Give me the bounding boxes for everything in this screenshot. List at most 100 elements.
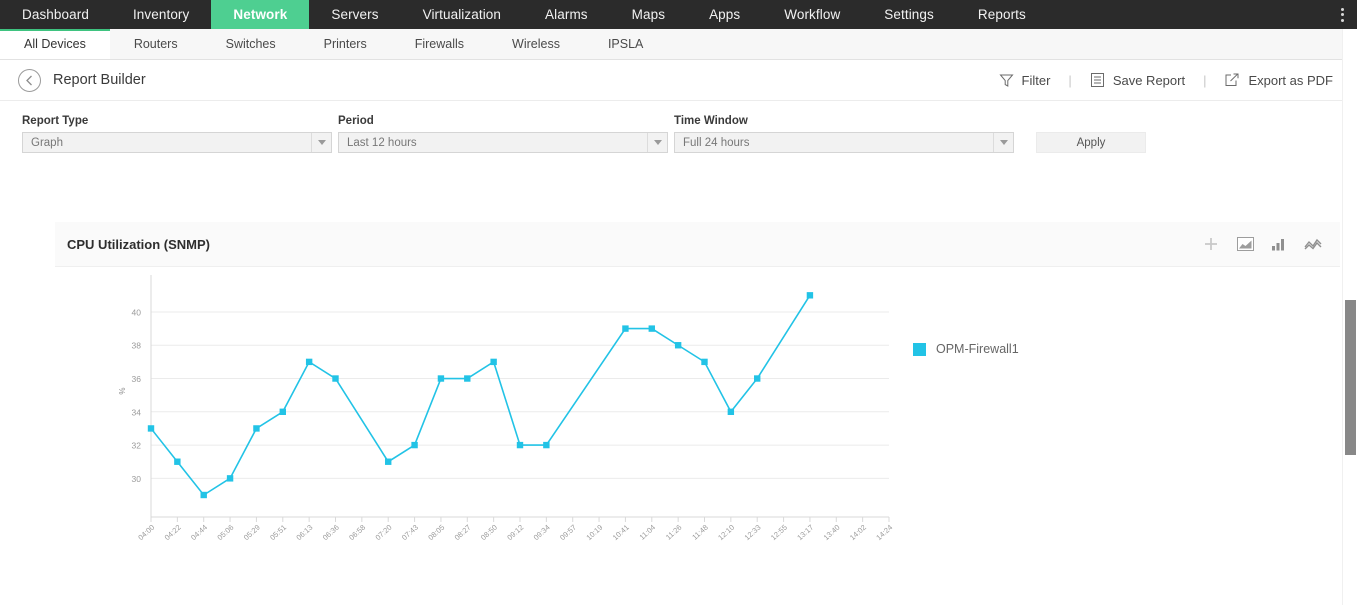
subnav-item-wireless[interactable]: Wireless (488, 29, 584, 59)
sub-nav-items: All Devices Routers Switches Printers Firewa… (0, 29, 667, 59)
data-point-marker[interactable] (200, 491, 207, 499)
x-axis-tick-label: 12:10 (716, 523, 736, 542)
data-point-marker[interactable] (147, 425, 155, 432)
top-navigation-bar: Dashboard Inventory Network Servers Virtuali… (0, 0, 1357, 29)
time-window-value: Full 24 hours (683, 136, 750, 149)
chart-card: CPU Utilization (SNMP) 30 32 34 36 38 40% 04:0… (55, 222, 1340, 552)
chart-body: 30 32 34 36 38 40% 04:00 04:22 04:44 05:06 05:29 05… (55, 267, 1340, 552)
data-point-marker[interactable] (279, 408, 286, 415)
y-axis-tick-label: 36 (132, 374, 142, 384)
filter-funnel-icon (998, 74, 1014, 87)
data-point-marker[interactable] (174, 458, 181, 465)
subnav-item-firewalls[interactable]: Firewalls (391, 29, 488, 59)
filter-button[interactable]: Filter (995, 73, 1055, 88)
add-plus-icon[interactable] (1202, 235, 1220, 253)
vertical-scrollbar-track[interactable] (1342, 29, 1357, 605)
data-point-marker[interactable] (411, 441, 418, 449)
x-axis-tick-label: 08:27 (453, 523, 473, 542)
x-axis-tick-label: 05:29 (242, 523, 262, 542)
page-header: Report Builder Filter | Save Report | Ex… (0, 60, 1357, 101)
y-axis-tick-label: 34 (132, 407, 142, 417)
data-point-marker[interactable] (622, 325, 629, 332)
x-axis-tick-label: 07:20 (374, 523, 394, 542)
x-axis-tick-label: 04:22 (163, 523, 183, 542)
subnav-item-ipsla[interactable]: IPSLA (584, 29, 667, 59)
save-report-button[interactable]: Save Report (1086, 72, 1189, 88)
x-axis-tick-label: 09:57 (558, 523, 578, 542)
data-point-marker[interactable] (305, 358, 313, 366)
x-axis-tick-label: 10:41 (611, 523, 631, 542)
back-chevron-icon[interactable] (18, 68, 41, 92)
topnav-item-network[interactable]: Network (211, 0, 310, 29)
vertical-scrollbar-thumb[interactable] (1345, 300, 1356, 455)
subnav-item-switches[interactable]: Switches (202, 29, 300, 59)
data-point-marker[interactable] (648, 325, 655, 332)
topnav-item-maps[interactable]: Maps (610, 0, 687, 29)
report-type-select[interactable]: Graph (22, 132, 332, 153)
x-axis-tick-label: 09:12 (505, 523, 525, 542)
data-point-marker[interactable] (543, 441, 550, 449)
x-axis-tick-label: 14:24 (874, 523, 894, 542)
data-point-marker[interactable] (332, 375, 339, 382)
chevron-down-icon[interactable] (311, 133, 331, 152)
y-axis-tick-label: 40 (132, 307, 142, 317)
x-axis-tick-label: 06:36 (321, 523, 341, 542)
bar-chart-icon[interactable] (1270, 235, 1288, 253)
line-chart-icon[interactable] (1304, 235, 1322, 253)
area-chart-icon[interactable] (1236, 235, 1254, 253)
export-pdf-button[interactable]: Export as PDF (1220, 72, 1337, 88)
x-axis-tick-label: 06:58 (347, 523, 367, 542)
topnav-item-inventory[interactable]: Inventory (111, 0, 211, 29)
data-point-marker[interactable] (701, 358, 708, 366)
x-axis-tick-label: 07:43 (400, 523, 420, 542)
topnav-item-servers[interactable]: Servers (309, 0, 400, 29)
top-nav-items: Dashboard Inventory Network Servers Virtuali… (0, 0, 1048, 29)
data-point-marker[interactable] (806, 292, 814, 299)
topnav-item-dashboard[interactable]: Dashboard (0, 0, 111, 29)
period-value: Last 12 hours (347, 136, 417, 149)
x-axis-tick-label: 05:06 (215, 523, 235, 542)
x-axis-tick-label: 05:51 (268, 523, 288, 542)
y-axis-tick-label: 30 (132, 474, 142, 484)
data-point-marker[interactable] (226, 475, 234, 482)
cpu-utilization-line-chart[interactable]: 30 32 34 36 38 40% 04:00 04:22 04:44 05:06 05:29 05… (55, 267, 955, 552)
data-point-marker[interactable] (516, 441, 524, 449)
data-point-marker[interactable] (727, 408, 735, 415)
data-point-marker[interactable] (437, 375, 445, 382)
data-point-marker[interactable] (253, 425, 260, 432)
header-actions: Filter | Save Report | Export as PDF (995, 72, 1337, 88)
chevron-down-icon[interactable] (647, 133, 667, 152)
chevron-down-icon[interactable] (993, 133, 1013, 152)
data-point-marker[interactable] (464, 375, 471, 382)
subnav-item-routers[interactable]: Routers (110, 29, 202, 59)
x-axis-tick-label: 06:13 (295, 523, 315, 542)
time-window-field: Time Window Full 24 hours (674, 115, 1014, 153)
y-axis-tick-label: 32 (132, 441, 142, 451)
export-external-icon (1225, 73, 1239, 86)
save-report-label: Save Report (1112, 72, 1186, 88)
topnav-item-reports[interactable]: Reports (956, 0, 1048, 29)
report-type-value: Graph (31, 136, 63, 149)
kebab-menu-icon[interactable] (1327, 0, 1357, 29)
topnav-item-virtualization[interactable]: Virtualization (401, 0, 523, 29)
x-axis-tick-label: 11:04 (638, 523, 658, 542)
apply-button[interactable]: Apply (1036, 132, 1146, 153)
subnav-item-printers[interactable]: Printers (300, 29, 391, 59)
save-document-icon (1090, 73, 1104, 87)
data-point-marker[interactable] (674, 342, 682, 349)
topnav-item-apps[interactable]: Apps (687, 0, 762, 29)
topnav-item-settings[interactable]: Settings (862, 0, 956, 29)
subnav-item-all-devices[interactable]: All Devices (0, 29, 110, 59)
data-point-marker[interactable] (754, 375, 761, 382)
x-axis-tick-label: 11:48 (690, 523, 710, 542)
period-select[interactable]: Last 12 hours (338, 132, 668, 153)
top-nav-spacer (1048, 0, 1327, 29)
data-point-marker[interactable] (385, 458, 392, 465)
topnav-item-alarms[interactable]: Alarms (523, 0, 610, 29)
header-separator-1: | (1068, 72, 1072, 88)
period-field: Period Last 12 hours (338, 115, 668, 153)
report-type-field: Report Type Graph (22, 115, 332, 153)
data-point-marker[interactable] (490, 358, 497, 366)
topnav-item-workflow[interactable]: Workflow (762, 0, 862, 29)
time-window-select[interactable]: Full 24 hours (674, 132, 1014, 153)
